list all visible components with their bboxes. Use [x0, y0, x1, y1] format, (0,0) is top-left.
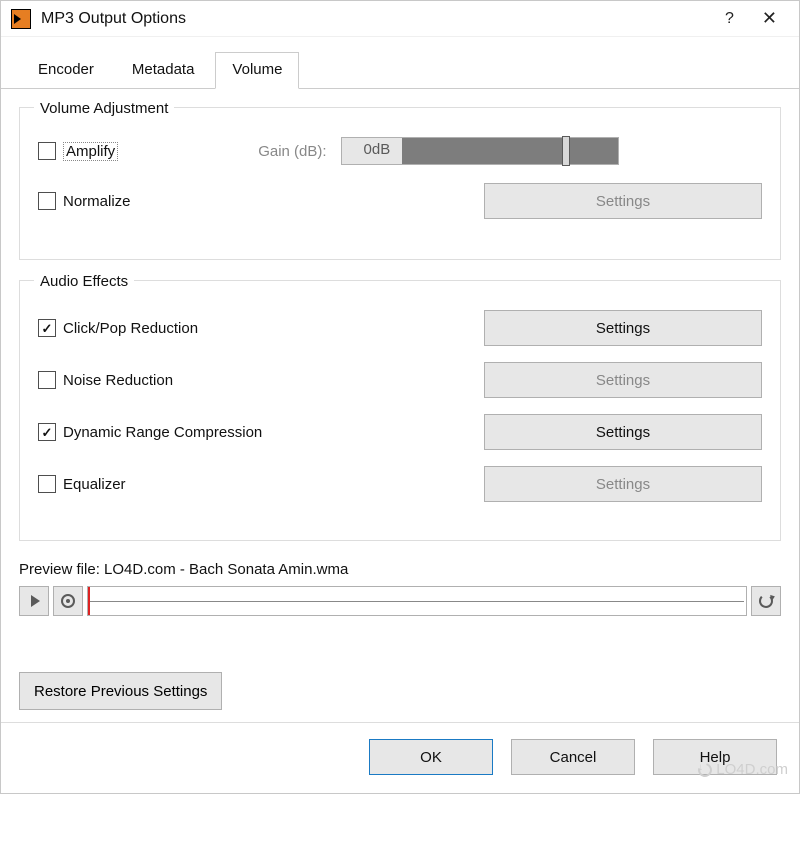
gain-value: 0dB [364, 141, 391, 158]
preview-file-label: Preview file: LO4D.com - Bach Sonata Ami… [19, 561, 781, 578]
checkbox-icon [38, 319, 56, 337]
checkbox-icon [38, 371, 56, 389]
tab-body-volume: Volume Adjustment Amplify Gain (dB): 0dB [1, 89, 799, 722]
checkbox-icon [38, 192, 56, 210]
play-button[interactable] [19, 586, 49, 616]
checkbox-clickpop[interactable]: Click/Pop Reduction [38, 319, 198, 337]
noise-label: Noise Reduction [63, 372, 173, 389]
dialog-footer: OK Cancel Help [1, 722, 799, 793]
tab-encoder[interactable]: Encoder [21, 52, 111, 88]
gain-fill [402, 138, 618, 164]
noise-settings-button[interactable]: Settings [484, 362, 762, 398]
refresh-icon [759, 594, 773, 608]
checkbox-icon [38, 142, 56, 160]
checkbox-icon [38, 475, 56, 493]
checkbox-amplify[interactable]: Amplify [38, 142, 118, 161]
titlebar: MP3 Output Options ? ✕ [1, 1, 799, 37]
record-button[interactable] [53, 586, 83, 616]
titlebar-help-button[interactable]: ? [725, 10, 734, 28]
record-icon [61, 594, 75, 608]
window-title: MP3 Output Options [41, 10, 725, 28]
play-icon [31, 595, 40, 607]
tabstrip: Encoder Metadata Volume [1, 37, 799, 89]
group-volume-adjustment: Volume Adjustment Amplify Gain (dB): 0dB [19, 107, 781, 260]
waveform-line [90, 601, 744, 602]
amplify-label: Amplify [63, 142, 118, 161]
waveform-display[interactable] [87, 586, 747, 616]
checkbox-noise-reduction[interactable]: Noise Reduction [38, 371, 173, 389]
tab-metadata[interactable]: Metadata [115, 52, 212, 88]
titlebar-close-button[interactable]: ✕ [762, 8, 777, 29]
group-title-volume: Volume Adjustment [34, 100, 174, 117]
dialog-window: MP3 Output Options ? ✕ Encoder Metadata … [0, 0, 800, 794]
restore-previous-settings-button[interactable]: Restore Previous Settings [19, 672, 222, 710]
group-audio-effects: Audio Effects Click/Pop Reduction Settin… [19, 280, 781, 541]
tab-volume[interactable]: Volume [215, 52, 299, 89]
cancel-button[interactable]: Cancel [511, 739, 635, 775]
normalize-label: Normalize [63, 193, 131, 210]
help-button[interactable]: Help [653, 739, 777, 775]
gain-label: Gain (dB): [258, 143, 326, 160]
checkbox-equalizer[interactable]: Equalizer [38, 475, 126, 493]
group-title-effects: Audio Effects [34, 273, 134, 290]
normalize-settings-button[interactable]: Settings [484, 183, 762, 219]
checkbox-normalize[interactable]: Normalize [38, 192, 131, 210]
gain-thumb[interactable] [562, 136, 570, 166]
clickpop-label: Click/Pop Reduction [63, 320, 198, 337]
equalizer-label: Equalizer [63, 476, 126, 493]
drc-label: Dynamic Range Compression [63, 424, 262, 441]
ok-button[interactable]: OK [369, 739, 493, 775]
gain-slider[interactable]: 0dB [341, 137, 619, 165]
checkbox-icon [38, 423, 56, 441]
equalizer-settings-button[interactable]: Settings [484, 466, 762, 502]
refresh-button[interactable] [751, 586, 781, 616]
clickpop-settings-button[interactable]: Settings [484, 310, 762, 346]
app-icon [11, 9, 31, 29]
drc-settings-button[interactable]: Settings [484, 414, 762, 450]
preview-player [19, 586, 781, 616]
checkbox-drc[interactable]: Dynamic Range Compression [38, 423, 262, 441]
